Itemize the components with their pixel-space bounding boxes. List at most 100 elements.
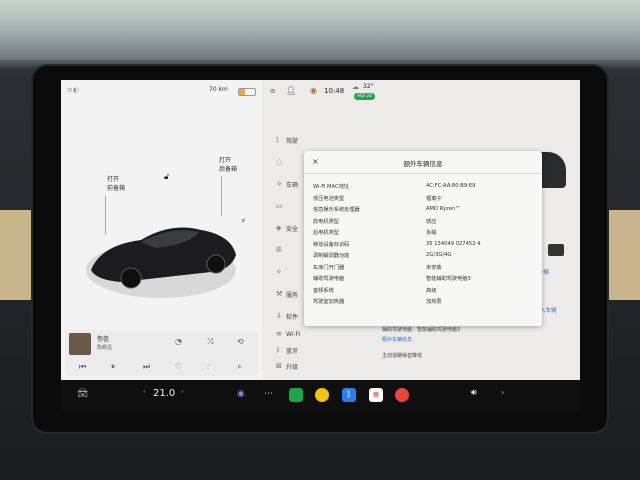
camera-icon[interactable]: ◉ [237,389,245,399]
menu-label: 软件 [286,313,299,321]
menu-item-drive[interactable]: ⟟ 驾驶 [276,130,298,150]
equalizer-icon[interactable]: ⫶ [207,362,209,372]
battery-icon [238,88,256,96]
info-key: 辅助驾驶电脑 [313,276,345,282]
info-key: 调制解调器功能 [313,253,350,259]
info-value: AMD Ryzen™ [426,206,461,212]
temp-increase-icon[interactable]: › [181,388,183,395]
trunk-pointer [221,176,222,216]
weather-icon: ☁ [352,83,359,91]
menu-label: Wi-Fi [286,330,301,338]
side-link-enter-vehicle[interactable]: 入车辆 [540,306,557,314]
menu-item-6[interactable]: ✇ [276,240,286,260]
favorite-icon[interactable]: ♡ [175,362,182,371]
calendar-app-icon[interactable]: ▦ [369,388,383,402]
menu-item-7[interactable]: ✧ [276,262,286,282]
media-speed-icon[interactable]: ◔ [175,337,182,346]
display-icon: ▭ [276,202,283,210]
menu-item-upgrades[interactable]: ⊞ 升级 [276,356,298,376]
dialog-info-row: 后电机类型 永磁 [313,229,537,240]
upgrade-icon: ⊞ [276,362,282,370]
more-apps-icon[interactable]: ⋯ [264,389,273,399]
frunk-open-label: 打开 [107,176,120,183]
settings-panel: ≡ 👤︎ ◉ 10:48 ☁ 32° AQI 20 ⟟ 驾驶 ◌ ☼ 车辆 ▭ ◈ 安… [262,80,580,380]
energy-app-icon[interactable] [289,388,303,402]
info-key: Wi-Fi MAC地址 [313,184,349,190]
volume-icon[interactable]: 🔊︎ [471,388,477,398]
media-player: 伤信 陈奕迅 ◔ ⤨ ⟲ ⏮ ⏸ ⏭ ♡ ⫶ ⌕ [65,330,258,376]
clock: 10:48 [324,87,345,95]
temp-decrease-icon[interactable]: ‹ [143,388,145,395]
info-value: 高级 [426,287,437,294]
autopilot-computer-text: 辅助驾驶电脑：智能辅助驾驶电脑3 [382,327,461,333]
shuffle-icon[interactable]: ⤨ [207,337,213,347]
media-title: 伤信 [97,336,110,343]
menu-item-service[interactable]: ⚒ 服务 [276,284,298,304]
dialog-divider [304,173,542,174]
charge-port-icon[interactable]: ⚡︎ [241,217,246,225]
windshield-background [0,0,640,60]
frunk-label: 前备箱 [107,185,126,192]
software-badge-icon [548,244,564,256]
profile-icon[interactable]: 👤︎ [286,86,296,95]
vehicle-panel: ≡◐ 70 km 打开 前备箱 打开 后备箱 🔓︎ ⚡︎ 伤信 陈奕迅 ◔ ⤨ … [61,80,262,380]
headlight-icon[interactable]: ≡◐ [67,86,79,94]
menu-item-software[interactable]: ⇩ 软件 [276,306,298,326]
dialog-info-row: 驾驶室加热器 加热泵 [313,298,537,309]
touchscreen: ≡◐ 70 km 打开 前备箱 打开 后备箱 🔓︎ ⚡︎ 伤信 陈奕迅 ◔ ⤨ … [61,80,580,380]
next-track-icon[interactable]: ⏭ [143,362,150,372]
trunk-open-label: 打开 [219,157,232,164]
pause-icon[interactable]: ⏸ [111,362,115,372]
bluetooth-app-icon[interactable]: ᛒ [342,388,356,402]
dialog-info-row: Wi-Fi MAC地址 4C:FC:AA:80:B9:E9 [313,183,537,194]
dialog-info-row: 调制解调器功能 2G/3G/4G [313,252,537,263]
info-key: 车库门开门器 [313,264,345,271]
aqi-badge: AQI 20 [354,93,376,100]
wrench-icon: ✇ [276,246,282,254]
info-key: 移动设备标识码 [313,241,350,248]
dialog-info-row: 信息娱乐系统处理器 AMD Ryzen™ [313,206,537,217]
apps-launcher-icon[interactable] [395,388,409,402]
album-art[interactable] [69,333,91,355]
additional-vehicle-info-link[interactable]: 额外车辆信息 [382,336,412,343]
info-value: 永磁 [426,230,437,236]
bluetooth-icon: ᛒ [276,346,281,354]
menu-label: 驾驶 [286,137,299,145]
info-key: 前电机类型 [313,218,339,225]
menu-item-safety[interactable]: ◈ 安全 [276,218,298,238]
repeat-icon[interactable]: ⟲ [237,337,244,346]
info-key: 低压电池类型 [313,195,345,202]
volume-up-icon[interactable]: › [501,388,504,397]
menu-item-4[interactable]: ▭ [276,196,286,216]
steering-icon: ⟟ [276,135,279,144]
info-value: 锂离子 [426,195,442,202]
trunk-control[interactable]: 打开 后备箱 [219,156,237,174]
menu-item-vehicle[interactable]: ☼ 车辆 [276,174,298,194]
frunk-pointer [105,195,106,235]
cabin-temperature[interactable]: 21.0 [153,388,175,399]
media-artist: 陈奕迅 [97,345,113,351]
sentry-icon[interactable]: ◉ [310,86,317,95]
lock-icon[interactable]: 🔓︎ [164,172,169,182]
dialog-title: 额外车辆信息 [403,160,443,168]
service-icon: ✧ [276,268,282,276]
taskbar: 🚘︎ ‹ 21.0 › ◉ ⋯ ᛒ ▦ 🔊︎ › [61,380,580,412]
wifi-icon: ≋ [276,330,282,338]
menu-label: 服务 [286,291,299,299]
trunk-label: 后备箱 [219,166,238,173]
info-key: 信息娱乐系统处理器 [313,207,360,213]
additional-vehicle-info-dialog: × 额外车辆信息 Wi-Fi MAC地址 4C:FC:AA:80:B9:E9 低压电… [304,151,542,326]
info-key: 后电机类型 [313,230,339,236]
info-key: 音频系统 [313,287,334,294]
car-icon[interactable]: 🚘︎ [77,389,88,399]
toybox-app-icon[interactable] [315,388,329,402]
menu-icon[interactable]: ≡ [270,87,276,95]
info-value: 2G/3G/4G [426,252,452,258]
shield-icon: ◈ [276,224,282,232]
frunk-control[interactable]: 打开 前备箱 [107,175,125,193]
previous-track-icon[interactable]: ⏮ [79,362,86,372]
search-icon[interactable]: ⌕ [237,362,241,372]
range-readout: 70 km [209,86,228,93]
noise-reduction-text: 主动道路噪音降低 [382,353,423,359]
menu-item-2[interactable]: ◌ [276,152,286,172]
